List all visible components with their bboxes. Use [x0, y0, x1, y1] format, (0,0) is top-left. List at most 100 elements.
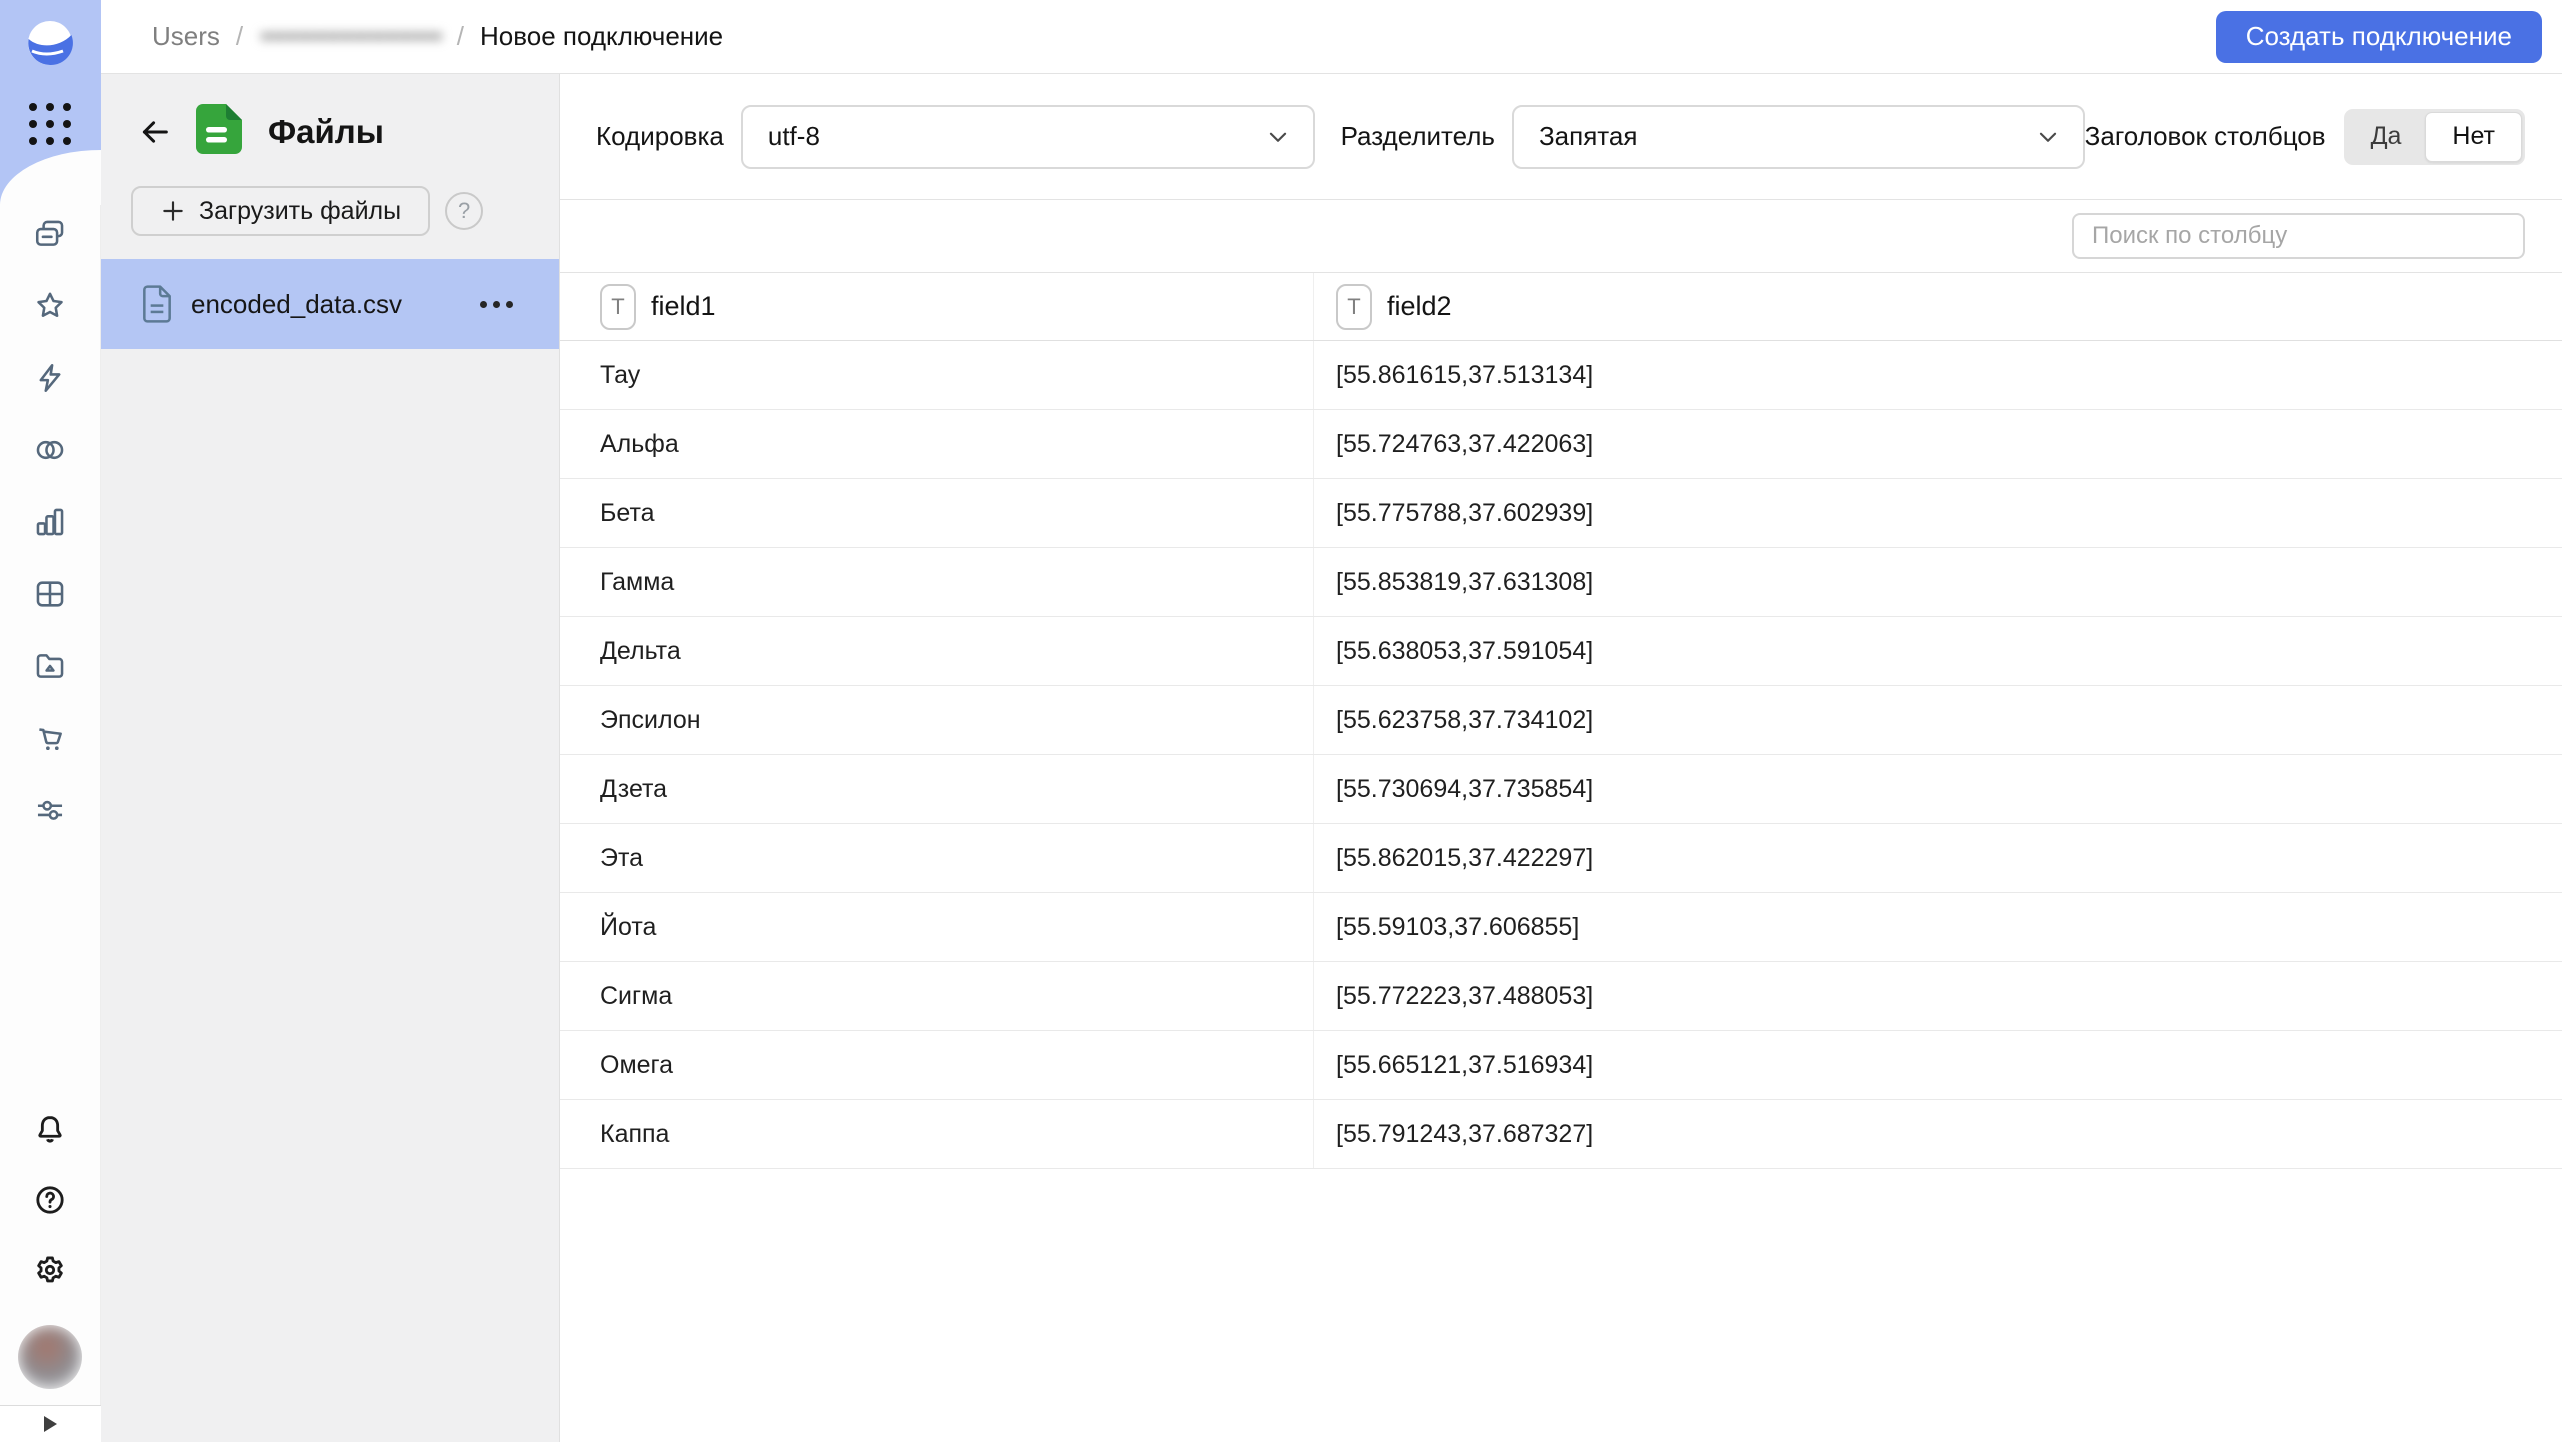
cell-value: [55.772223,37.488053] [1336, 982, 1593, 1011]
sliders-icon[interactable] [33, 793, 67, 827]
column-name: field2 [1387, 291, 1452, 322]
table-row: Эта [55.862015,37.422297] [560, 824, 2562, 893]
cell-value: [55.665121,37.516934] [1336, 1051, 1593, 1080]
table-cell-field2: [55.861615,37.513134] [1313, 341, 2562, 409]
table-cell-field2: [55.862015,37.422297] [1313, 824, 2562, 892]
upload-help-icon[interactable]: ? [445, 192, 483, 230]
cart-icon[interactable] [33, 721, 67, 755]
table-cell-field1: Альфа [560, 410, 1313, 478]
table-cell-field1: Омега [560, 1031, 1313, 1099]
breadcrumb-users-link[interactable]: Users [152, 21, 220, 52]
column-type-string-icon[interactable]: T [600, 284, 636, 330]
file-name: encoded_data.csv [191, 289, 402, 320]
breadcrumb-user-masked[interactable]: ●●●●●●●●●●●●●●●●●●●● [259, 25, 441, 48]
column-name: field1 [651, 291, 716, 322]
datalens-logo[interactable] [27, 20, 73, 71]
column-header-toggle: Да Нет [2344, 109, 2525, 165]
sidebar-expand-button[interactable] [0, 1405, 101, 1442]
table-cell-field1: Бета [560, 479, 1313, 547]
cell-value: [55.775788,37.602939] [1336, 499, 1593, 528]
table-row: Гамма [55.853819,37.631308] [560, 548, 2562, 617]
files-panel: Файлы Загрузить файлы ? [101, 74, 560, 1442]
delimiter-value: Запятая [1539, 121, 2035, 152]
table-cell-field1: Эпсилон [560, 686, 1313, 754]
table-cell-field2: [55.775788,37.602939] [1313, 479, 2562, 547]
table-cell-field2: [55.638053,37.591054] [1313, 617, 2562, 685]
lightning-icon[interactable] [33, 361, 67, 395]
table-cell-field1: Дзета [560, 755, 1313, 823]
collections-icon[interactable] [33, 217, 67, 251]
bar-chart-icon[interactable] [33, 505, 67, 539]
column-search-input[interactable] [2072, 213, 2525, 259]
chevron-down-icon [1265, 124, 1291, 150]
circles-icon[interactable] [33, 433, 67, 467]
file-list-item[interactable]: encoded_data.csv [101, 259, 559, 349]
table-body: Тау [55.861615,37.513134] Альфа [55.7247… [560, 341, 2562, 1169]
star-icon[interactable] [33, 289, 67, 323]
gear-icon[interactable] [33, 1253, 67, 1287]
upload-files-button[interactable]: Загрузить файлы [131, 186, 430, 236]
topbar: Users / ●●●●●●●●●●●●●●●●●●●● / Новое под… [101, 0, 2562, 74]
upload-row: Загрузить файлы ? [101, 186, 559, 236]
column-type-string-icon[interactable]: T [1336, 284, 1372, 330]
avatar-photo-blurred [18, 1325, 82, 1389]
plus-icon [160, 198, 186, 224]
cell-value: Эта [600, 844, 643, 873]
table-cell-field1: Сигма [560, 962, 1313, 1030]
content-column: Users / ●●●●●●●●●●●●●●●●●●●● / Новое под… [101, 0, 2562, 1442]
back-arrow-icon [138, 115, 172, 149]
table-row: Каппа [55.791243,37.687327] [560, 1100, 2562, 1169]
table-cell-field1: Йота [560, 893, 1313, 961]
cell-value: Дельта [600, 637, 681, 666]
bell-icon[interactable] [33, 1113, 67, 1147]
cell-value: [55.861615,37.513134] [1336, 361, 1593, 390]
app-sidebar [0, 0, 101, 1442]
file-list: encoded_data.csv [101, 259, 559, 349]
encoding-label: Кодировка [596, 121, 724, 152]
sidebar-top [0, 0, 101, 205]
folder-icon[interactable] [33, 649, 67, 683]
table-cell-field2: [55.772223,37.488053] [1313, 962, 2562, 1030]
avatar[interactable] [18, 1325, 82, 1389]
cell-value: [55.730694,37.735854] [1336, 775, 1593, 804]
cell-value: Гамма [600, 568, 674, 597]
table-row: Сигма [55.772223,37.488053] [560, 962, 2562, 1031]
table-row: Бета [55.775788,37.602939] [560, 479, 2562, 548]
cell-value: Эпсилон [600, 706, 701, 735]
table-cell-field1: Гамма [560, 548, 1313, 616]
cell-value: [55.59103,37.606855] [1336, 913, 1579, 942]
table-row: Дельта [55.638053,37.591054] [560, 617, 2562, 686]
delimiter-select[interactable]: Запятая [1512, 105, 2085, 169]
table-cell-field2: [55.730694,37.735854] [1313, 755, 2562, 823]
cell-value: [55.853819,37.631308] [1336, 568, 1593, 597]
header-toggle-group: Заголовок столбцов Да Нет [2085, 109, 2525, 165]
encoding-select[interactable]: utf-8 [741, 105, 1315, 169]
breadcrumb-separator: / [236, 21, 243, 52]
grid-icon[interactable] [33, 577, 67, 611]
create-connection-button[interactable]: Создать подключение [2216, 11, 2542, 63]
table-cell-field1: Эта [560, 824, 1313, 892]
column-header-label: Заголовок столбцов [2085, 121, 2326, 152]
table-cell-field2: [55.623758,37.734102] [1313, 686, 2562, 754]
table-header-field1: T field1 [560, 273, 1313, 340]
cell-value: Альфа [600, 430, 679, 459]
breadcrumb-current-page: Новое подключение [480, 21, 723, 52]
search-row [560, 200, 2562, 273]
table-row: Тау [55.861615,37.513134] [560, 341, 2562, 410]
cell-value: [55.638053,37.591054] [1336, 637, 1593, 666]
table-cell-field2: [55.791243,37.687327] [1313, 1100, 2562, 1168]
file-more-menu-icon[interactable] [480, 301, 513, 308]
table-cell-field1: Дельта [560, 617, 1313, 685]
help-icon[interactable] [33, 1183, 67, 1217]
toggle-option-no[interactable]: Нет [2425, 112, 2522, 162]
cell-value: Тау [600, 361, 640, 390]
table-row: Омега [55.665121,37.516934] [560, 1031, 2562, 1100]
cell-value: Дзета [600, 775, 667, 804]
table-row: Эпсилон [55.623758,37.734102] [560, 686, 2562, 755]
apps-grid-icon[interactable] [29, 103, 71, 145]
cell-value: [55.862015,37.422297] [1336, 844, 1593, 873]
breadcrumb-separator: / [457, 21, 464, 52]
cell-value: [55.791243,37.687327] [1336, 1120, 1593, 1149]
toggle-option-yes[interactable]: Да [2347, 112, 2426, 162]
back-button[interactable] [137, 114, 173, 150]
